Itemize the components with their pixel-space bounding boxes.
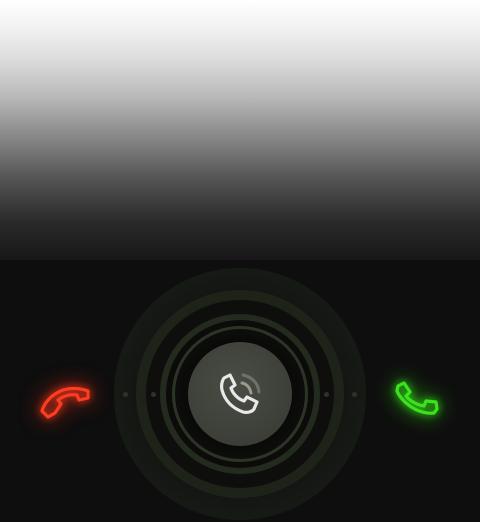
dial-track-dot bbox=[151, 392, 156, 397]
decline-call-button[interactable] bbox=[32, 372, 96, 426]
dial-track-dot bbox=[352, 392, 357, 397]
call-slider-handle[interactable] bbox=[188, 342, 292, 446]
phone-hangup-icon bbox=[40, 386, 90, 419]
dial-track-dot bbox=[324, 392, 329, 397]
phone-answer-icon bbox=[395, 381, 439, 415]
top-gradient bbox=[0, 0, 480, 270]
accept-call-button[interactable] bbox=[384, 372, 448, 426]
call-dial bbox=[114, 268, 366, 520]
incoming-call-screen bbox=[0, 0, 480, 522]
dial-track-dot bbox=[123, 392, 128, 397]
phone-ringing-icon bbox=[220, 373, 261, 414]
